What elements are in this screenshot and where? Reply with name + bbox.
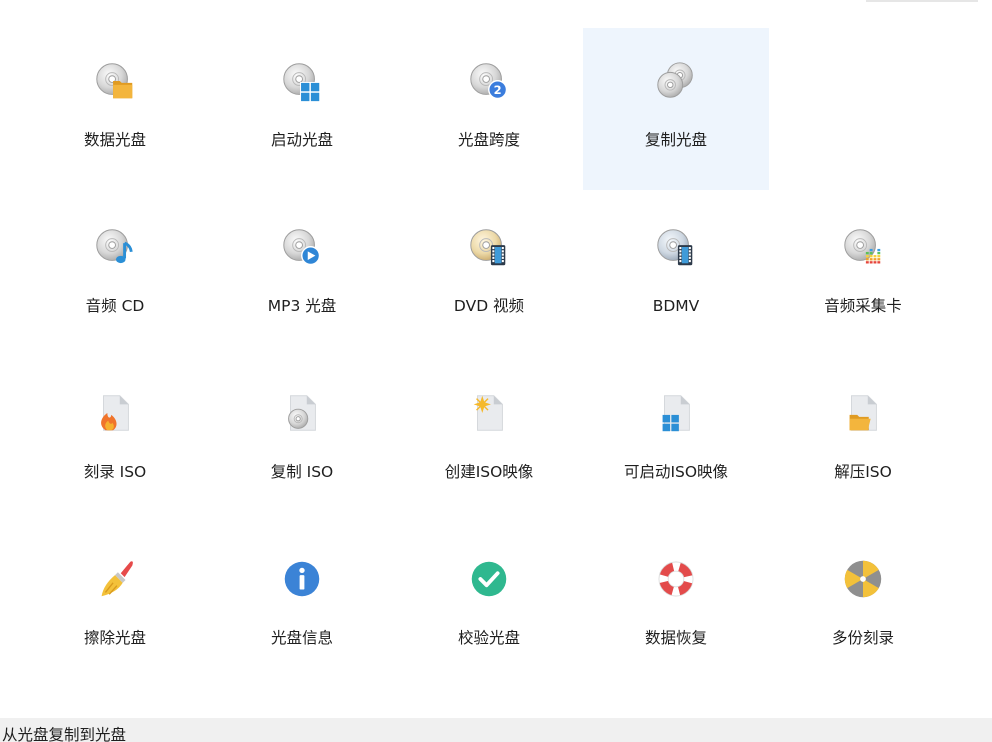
tile-info[interactable]: 光盘信息 [209, 526, 395, 688]
disc-equalizer-icon [844, 229, 881, 264]
tile-label: 光盘信息 [270, 629, 333, 647]
tile-iso-bootable[interactable]: 可启动ISO映像 [583, 360, 769, 522]
disc-copy-icon [657, 62, 693, 98]
tile-label: 音频采集卡 [824, 297, 902, 315]
tile-disc-music[interactable]: 音频 CD [22, 194, 208, 356]
disc-music-icon [96, 229, 133, 264]
tile-label: 校验光盘 [457, 629, 520, 647]
tile-multi-burn[interactable]: 多份刻录 [770, 526, 956, 688]
iso-burn-icon [101, 395, 129, 431]
status-bar-text: 从光盘复制到光盘 [2, 726, 127, 742]
verify-check-icon [471, 561, 507, 597]
tile-label: 复制光盘 [644, 131, 707, 149]
info-icon [284, 561, 320, 597]
tile-empty [770, 28, 956, 190]
tile-label: 解压ISO [834, 463, 892, 481]
tile-label: BDMV [652, 297, 700, 315]
erase-brush-icon [101, 561, 133, 597]
status-bar: 从光盘复制到光盘 [0, 718, 992, 742]
tile-lifebuoy[interactable]: 数据恢复 [583, 526, 769, 688]
tile-iso-extract[interactable]: 解压ISO [770, 360, 956, 522]
tile-label: 创建ISO映像 [444, 463, 534, 481]
top-edge-strip [866, 0, 978, 2]
tile-verify-check[interactable]: 校验光盘 [396, 526, 582, 688]
tile-disc-copy[interactable]: 复制光盘 [583, 28, 769, 190]
tile-disc-span[interactable]: 2 光盘跨度 [396, 28, 582, 190]
tile-label: 光盘跨度 [457, 131, 520, 149]
tile-label: 多份刻录 [831, 629, 894, 647]
task-grid: 数据光盘 启动光盘 2 光盘跨度 复制光盘音频 CD MP3 光盘 DVD 视频 BDMV 音频… [22, 28, 957, 693]
tile-label: 复制 ISO [270, 463, 334, 481]
tile-label: 音频 CD [85, 297, 145, 315]
multi-burn-icon [844, 560, 882, 598]
iso-copy-icon [288, 395, 316, 431]
tile-erase-brush[interactable]: 擦除光盘 [22, 526, 208, 688]
disc-span-icon: 2 [470, 63, 508, 100]
iso-create-icon [473, 395, 503, 431]
iso-bootable-icon [662, 395, 690, 432]
svg-text:2: 2 [494, 83, 502, 97]
tile-dvd-film[interactable]: DVD 视频 [396, 194, 582, 356]
tile-iso-copy[interactable]: 复制 ISO [209, 360, 395, 522]
disc-windows-icon [283, 63, 321, 102]
tile-disc-folder[interactable]: 数据光盘 [22, 28, 208, 190]
lifebuoy-icon [658, 561, 694, 597]
tile-disc-play[interactable]: MP3 光盘 [209, 194, 395, 356]
tile-label: 启动光盘 [270, 131, 333, 149]
tile-label: 擦除光盘 [83, 629, 146, 647]
tile-label: 刻录 ISO [83, 463, 147, 481]
tile-label: 数据光盘 [83, 131, 146, 149]
tile-label: 可启动ISO映像 [623, 463, 729, 481]
tile-label: 数据恢复 [644, 629, 707, 647]
tile-iso-create[interactable]: 创建ISO映像 [396, 360, 582, 522]
dvd-film-icon [470, 229, 506, 266]
tile-disc-windows[interactable]: 启动光盘 [209, 28, 395, 190]
disc-play-icon [283, 229, 321, 266]
tile-disc-equalizer[interactable]: 音频采集卡 [770, 194, 956, 356]
tile-bluray-film[interactable]: BDMV [583, 194, 769, 356]
tile-label: DVD 视频 [453, 297, 525, 315]
tile-iso-burn[interactable]: 刻录 ISO [22, 360, 208, 522]
iso-extract-icon [849, 395, 877, 431]
bluray-film-icon [657, 229, 693, 266]
tile-label: MP3 光盘 [267, 297, 337, 315]
disc-folder-icon [96, 63, 133, 99]
